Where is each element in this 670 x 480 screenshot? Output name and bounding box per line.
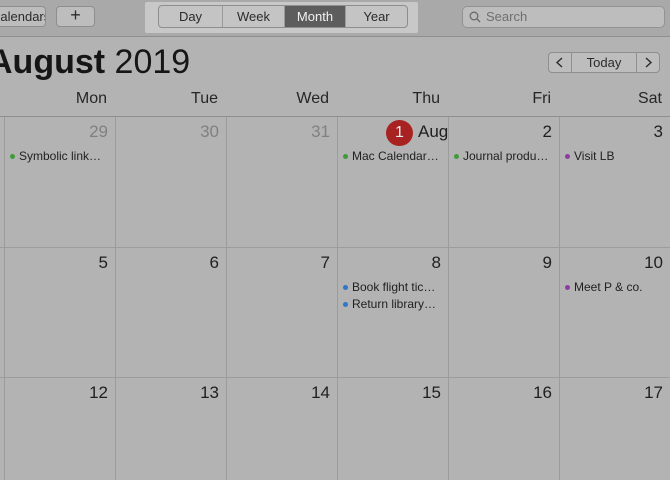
year-label: 2019 [114, 43, 191, 81]
calendars-button[interactable]: Calendars [0, 6, 46, 27]
grid-line [4, 117, 5, 480]
day-number[interactable]: 9 [452, 253, 552, 273]
view-day-tab[interactable]: Day [159, 6, 223, 27]
event-color-dot [565, 285, 570, 290]
day-number[interactable]: 29 [8, 122, 108, 142]
day-number[interactable]: 14 [230, 383, 330, 403]
grid-line [115, 117, 116, 480]
event-color-dot [10, 154, 15, 159]
day-number[interactable]: 15 [341, 383, 441, 403]
month-year-title: August 2019 [0, 42, 190, 82]
view-month-tab[interactable]: Month [285, 6, 346, 27]
day-number[interactable]: 10 [563, 253, 663, 273]
day-number[interactable]: 7 [230, 253, 330, 273]
month-name: August [0, 43, 106, 81]
next-month-button[interactable] [636, 52, 660, 73]
calendar-event[interactable]: Visit LB [574, 148, 668, 164]
previous-month-button[interactable] [548, 52, 572, 73]
today-button[interactable]: Today [572, 52, 636, 73]
add-event-button[interactable]: + [56, 6, 95, 27]
calendar-event[interactable]: Return library… [352, 296, 446, 312]
calendar-event[interactable]: Symbolic link… [19, 148, 113, 164]
event-color-dot [565, 154, 570, 159]
weekday-header-sat: Sat [637, 90, 662, 107]
calendar-event[interactable]: Journal produ… [463, 148, 557, 164]
day-number[interactable]: 6 [119, 253, 219, 273]
weekday-header-tue: Tue [191, 90, 218, 107]
chevron-left-icon [555, 57, 563, 68]
day-number[interactable]: 3 [563, 122, 663, 142]
search-icon [469, 11, 481, 23]
weekday-header-thu: Thu [412, 90, 440, 107]
weekday-header-wed: Wed [296, 90, 329, 107]
view-week-tab[interactable]: Week [223, 6, 285, 27]
search-placeholder: Search [486, 9, 528, 24]
search-field[interactable]: Search [462, 6, 665, 28]
today-month-label: Aug [418, 122, 449, 141]
grid-line [448, 117, 449, 480]
view-year-tab[interactable]: Year [346, 6, 407, 27]
event-color-dot [343, 285, 348, 290]
day-number[interactable]: 31 [230, 122, 330, 142]
day-number[interactable]: 5 [8, 253, 108, 273]
grid-line [0, 377, 670, 378]
grid-line [559, 117, 560, 480]
event-color-dot [343, 154, 348, 159]
day-number[interactable]: 12 [8, 383, 108, 403]
toolbar: Calendars + Day Week Month Year Search [0, 0, 670, 37]
view-switcher: Day Week Month Year [158, 5, 408, 28]
date-navigation: Today [548, 52, 660, 73]
day-number[interactable]: 13 [119, 383, 219, 403]
grid-line [337, 117, 338, 480]
event-color-dot [343, 302, 348, 307]
grid-line [0, 247, 670, 248]
day-number[interactable]: 17 [563, 383, 663, 403]
day-number[interactable]: 16 [452, 383, 552, 403]
calendar-event[interactable]: Meet P & co. [574, 279, 668, 295]
grid-line [226, 117, 227, 480]
event-color-dot [454, 154, 459, 159]
calendar-event[interactable]: Mac Calendar… [352, 148, 446, 164]
day-number[interactable]: 2 [452, 122, 552, 142]
chevron-right-icon [645, 57, 653, 68]
header-divider [0, 116, 670, 117]
day-number[interactable]: 30 [119, 122, 219, 142]
day-number[interactable]: 8 [341, 253, 441, 273]
weekday-header-fri: Fri [532, 90, 551, 107]
weekday-header-mon: Mon [75, 90, 107, 107]
today-badge[interactable]: 1 [386, 120, 413, 146]
calendar-event[interactable]: Book flight tic… [352, 279, 446, 295]
